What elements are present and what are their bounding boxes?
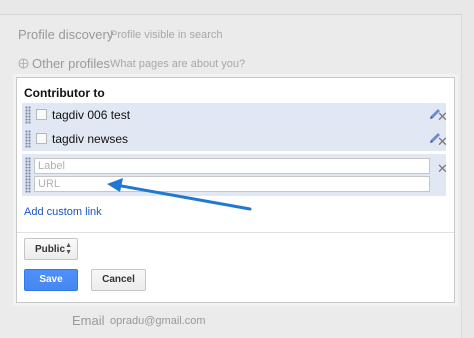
dialog-title: Contributor to	[24, 86, 105, 100]
contributor-item-label: tagdiv newses	[52, 132, 129, 146]
other-profiles-value: What pages are about you?	[110, 58, 246, 70]
contributor-item[interactable]: tagdiv newses	[22, 127, 446, 151]
page-icon	[36, 133, 47, 144]
top-divider	[0, 14, 462, 15]
new-link-editor	[22, 154, 446, 196]
drag-handle-icon[interactable]	[25, 157, 31, 193]
contributor-item[interactable]: tagdiv 006 test	[22, 103, 446, 127]
remove-icon[interactable]: ✕	[437, 134, 448, 150]
globe-icon	[18, 56, 29, 69]
drag-handle-icon[interactable]	[25, 106, 31, 124]
visibility-select[interactable]: Public ▲ ▼	[24, 238, 78, 260]
contributor-dialog: Contributor to tagdiv 006 test ✕ tagdiv …	[16, 77, 455, 303]
up-down-arrows-icon: ▲ ▼	[65, 242, 72, 256]
email-value: opradu@gmail.com	[110, 315, 206, 327]
drag-handle-icon[interactable]	[25, 130, 31, 148]
profile-discovery-value: Profile visible in search	[110, 29, 223, 41]
save-button[interactable]: Save	[24, 269, 78, 291]
label-input[interactable]	[34, 158, 430, 174]
remove-icon[interactable]: ✕	[437, 109, 448, 125]
remove-icon[interactable]: ✕	[437, 161, 448, 177]
email-label: Email	[72, 313, 105, 328]
contributor-item-label: tagdiv 006 test	[52, 108, 131, 122]
visibility-label: Public	[35, 244, 66, 255]
add-custom-link[interactable]: Add custom link	[24, 206, 102, 218]
other-profiles-label: Other profiles	[32, 56, 111, 71]
divider	[17, 232, 454, 233]
url-input[interactable]	[34, 176, 430, 192]
profile-discovery-label: Profile discovery	[18, 27, 114, 42]
cancel-button[interactable]: Cancel	[91, 269, 146, 291]
page-icon	[36, 109, 47, 120]
